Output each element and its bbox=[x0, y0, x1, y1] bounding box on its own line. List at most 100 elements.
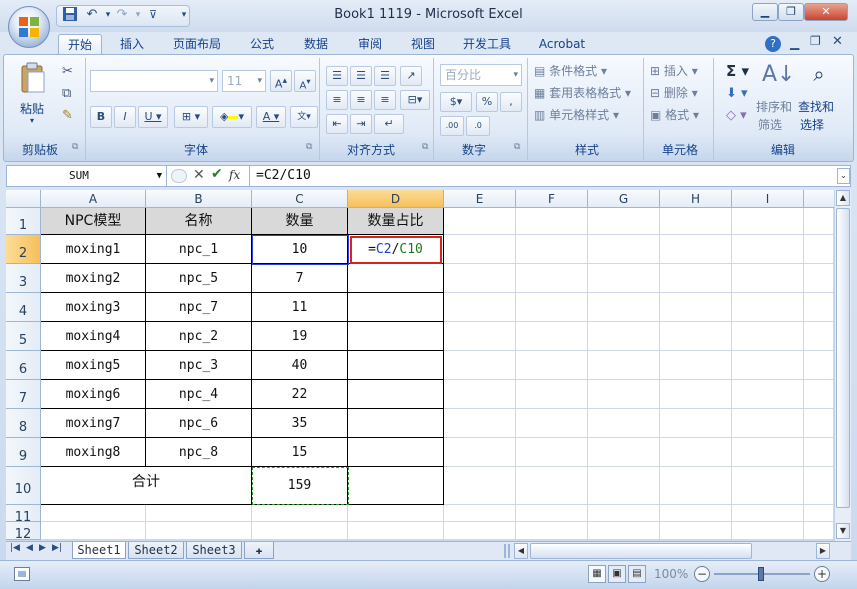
increase-indent-icon[interactable]: ⇥ bbox=[350, 114, 372, 134]
cell[interactable] bbox=[804, 467, 834, 505]
cell[interactable] bbox=[732, 208, 804, 235]
fill-icon[interactable]: ⬇ ▾ bbox=[726, 86, 748, 101]
ribbon-minimize-icon[interactable]: ▁ bbox=[790, 36, 799, 50]
cell[interactable] bbox=[516, 235, 588, 264]
cell[interactable] bbox=[348, 322, 444, 351]
cell[interactable] bbox=[516, 409, 588, 438]
cell[interactable] bbox=[588, 380, 660, 409]
conditional-format-button[interactable]: ▤ 条件格式 ▾ bbox=[534, 62, 607, 80]
font-launcher-icon[interactable]: ⧉ bbox=[306, 142, 312, 152]
cell[interactable] bbox=[444, 438, 516, 467]
cell[interactable] bbox=[804, 208, 834, 235]
close-button[interactable]: ✕ bbox=[804, 3, 848, 21]
row-header-3[interactable]: 3 bbox=[6, 264, 41, 293]
zoom-level[interactable]: 100% bbox=[654, 567, 688, 581]
scroll-left-icon[interactable]: ◀ bbox=[514, 543, 528, 559]
table-cell[interactable]: npc_8 bbox=[146, 438, 252, 467]
insert-function-icon[interactable]: fx bbox=[229, 168, 240, 182]
cell[interactable] bbox=[660, 322, 732, 351]
font-size-combo[interactable]: 11 ▾ bbox=[222, 70, 266, 92]
tab-home[interactable]: 开始 bbox=[58, 34, 102, 54]
align-center-icon[interactable]: ≡ bbox=[350, 90, 372, 110]
expand-formula-bar-icon[interactable]: ⌄ bbox=[837, 168, 850, 184]
autosum-icon[interactable]: Σ ▾ bbox=[726, 62, 749, 80]
cell[interactable] bbox=[660, 208, 732, 235]
number-format-dropdown-icon[interactable]: ▾ bbox=[513, 65, 518, 85]
cancel-formula-icon[interactable]: ✕ bbox=[193, 167, 205, 183]
cell[interactable] bbox=[348, 293, 444, 322]
table-cell[interactable]: npc_7 bbox=[146, 293, 252, 322]
cell[interactable] bbox=[732, 409, 804, 438]
row-header-12[interactable]: 12 bbox=[6, 522, 41, 540]
name-box-dropdown-icon[interactable]: ▼ bbox=[157, 166, 162, 186]
paste-label[interactable]: 粘贴 bbox=[20, 100, 44, 117]
last-sheet-icon[interactable]: ▶| bbox=[52, 543, 62, 553]
align-top-icon[interactable]: ☰ bbox=[326, 66, 348, 86]
row-header-1[interactable]: 1 bbox=[6, 208, 41, 235]
row-header-7[interactable]: 7 bbox=[6, 380, 41, 409]
cell[interactable] bbox=[444, 467, 516, 505]
cell[interactable] bbox=[444, 505, 516, 522]
sheet-tab-3[interactable]: Sheet3 bbox=[186, 542, 242, 559]
table-cell[interactable]: 35 bbox=[252, 409, 348, 438]
tab-developer[interactable]: 开发工具 bbox=[456, 34, 518, 54]
cell[interactable] bbox=[732, 264, 804, 293]
header-cell[interactable]: 名称 bbox=[146, 208, 252, 235]
office-button[interactable] bbox=[8, 6, 50, 48]
cell[interactable] bbox=[252, 505, 348, 522]
cell[interactable] bbox=[348, 351, 444, 380]
total-label-cell[interactable]: 合计 bbox=[41, 467, 252, 505]
border-icon[interactable]: ⊞ ▾ bbox=[174, 106, 208, 128]
tab-review[interactable]: 审阅 bbox=[350, 34, 390, 54]
cell[interactable] bbox=[588, 293, 660, 322]
tab-data[interactable]: 数据 bbox=[296, 34, 336, 54]
cell[interactable] bbox=[660, 522, 732, 540]
row-header-6[interactable]: 6 bbox=[6, 351, 41, 380]
underline-icon[interactable]: U ▾ bbox=[138, 106, 168, 128]
help-icon[interactable]: ? bbox=[765, 36, 781, 52]
cell[interactable] bbox=[348, 438, 444, 467]
cell-styles-button[interactable]: ▥ 单元格样式 ▾ bbox=[534, 106, 619, 124]
tab-insert[interactable]: 插入 bbox=[112, 34, 152, 54]
table-cell[interactable]: moxing8 bbox=[41, 438, 146, 467]
cell[interactable] bbox=[804, 264, 834, 293]
cell[interactable] bbox=[804, 322, 834, 351]
name-box[interactable]: SUM ▼ bbox=[7, 166, 167, 186]
table-cell[interactable]: moxing5 bbox=[41, 351, 146, 380]
table-cell[interactable]: 7 bbox=[252, 264, 348, 293]
table-cell[interactable]: npc_2 bbox=[146, 322, 252, 351]
cell[interactable] bbox=[732, 505, 804, 522]
vertical-scrollbar-track[interactable]: ▲ ▼ bbox=[834, 190, 851, 541]
sort-filter-icon[interactable]: A↓ bbox=[762, 62, 795, 92]
prev-sheet-icon[interactable]: ◀ bbox=[26, 543, 33, 553]
number-format-combo[interactable]: 百分比 ▾ bbox=[440, 64, 522, 86]
cell[interactable] bbox=[516, 293, 588, 322]
cell[interactable] bbox=[660, 351, 732, 380]
cell[interactable] bbox=[41, 522, 146, 540]
table-cell[interactable]: npc_6 bbox=[146, 409, 252, 438]
sort-filter-label-1[interactable]: 排序和 bbox=[756, 98, 792, 116]
font-name-combo[interactable]: ▾ bbox=[90, 70, 218, 92]
find-select-label-1[interactable]: 查找和 bbox=[798, 98, 834, 116]
worksheet-grid[interactable]: A B C D E F G H I 1 NPC模型 名称 数量 数量占比 2 moxing1… bbox=[6, 190, 834, 540]
row-header-4[interactable]: 4 bbox=[6, 293, 41, 322]
table-cell[interactable]: moxing1 bbox=[41, 235, 146, 264]
header-cell[interactable]: 数量占比 bbox=[348, 208, 444, 235]
cell[interactable] bbox=[804, 351, 834, 380]
cell[interactable] bbox=[588, 351, 660, 380]
cell[interactable] bbox=[444, 522, 516, 540]
orientation-icon[interactable]: ↗ bbox=[400, 66, 422, 86]
zoom-in-icon[interactable]: + bbox=[814, 566, 830, 582]
header-cell[interactable]: 数量 bbox=[252, 208, 348, 235]
cell[interactable] bbox=[732, 235, 804, 264]
cell[interactable] bbox=[41, 505, 146, 522]
merge-center-icon[interactable]: ⊟▾ bbox=[400, 90, 430, 110]
cell[interactable] bbox=[444, 235, 516, 264]
cell[interactable] bbox=[588, 208, 660, 235]
cell[interactable] bbox=[660, 235, 732, 264]
ribbon-restore-icon[interactable]: ❐ bbox=[810, 34, 821, 48]
decrease-indent-icon[interactable]: ⇤ bbox=[326, 114, 348, 134]
shrink-font-icon[interactable]: A▾ bbox=[294, 70, 316, 92]
cell[interactable] bbox=[516, 467, 588, 505]
font-name-dropdown-icon[interactable]: ▾ bbox=[209, 71, 214, 91]
